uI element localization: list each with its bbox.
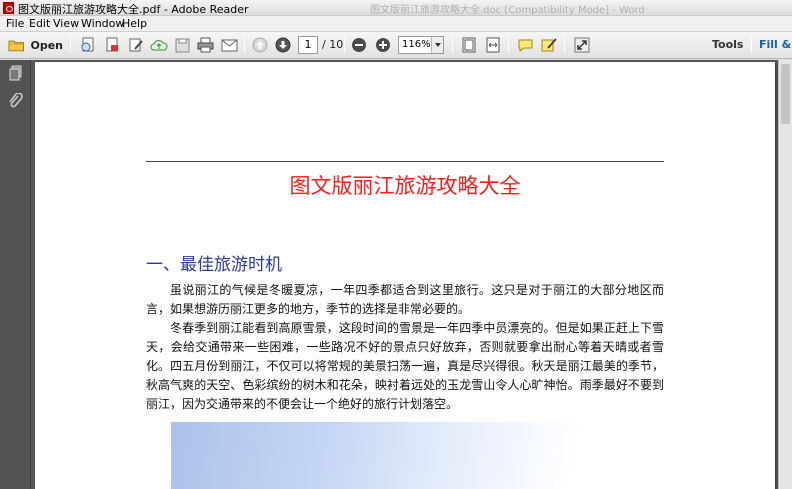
zoom-value: 116% xyxy=(402,39,431,50)
header-rule xyxy=(146,161,664,162)
menu-window[interactable]: Window xyxy=(81,17,124,30)
window-title: 图文版丽江旅游攻略大全.pdf - Adobe Reader xyxy=(18,3,249,16)
page-number-input[interactable]: 1 xyxy=(298,36,318,54)
comment-icon[interactable] xyxy=(515,35,535,55)
highlight-icon[interactable] xyxy=(539,35,559,55)
export-pdf-icon[interactable] xyxy=(102,35,122,55)
chevron-down-icon[interactable] xyxy=(431,37,443,53)
cloud-upload-icon[interactable] xyxy=(149,35,169,55)
toolbar-separator xyxy=(344,37,345,53)
menu-file[interactable]: File xyxy=(6,17,24,30)
menu-help[interactable]: Help xyxy=(122,17,147,30)
main-toolbar: Open 1 / 10 116% Tools Fill & xyxy=(0,32,792,59)
toolbar-separator xyxy=(508,37,509,53)
fit-page-icon[interactable] xyxy=(459,35,479,55)
email-icon[interactable] xyxy=(219,35,239,55)
page-total: / 10 xyxy=(322,38,344,51)
open-button[interactable]: Open xyxy=(5,35,63,55)
paragraph: 虽说丽江的气候是冬暖夏凉，一年四季都适合到这里旅行。这只是对于丽江的大部分地区而… xyxy=(146,283,664,316)
print-icon[interactable] xyxy=(195,35,215,55)
tools-pane-button[interactable]: Tools xyxy=(712,38,743,51)
toolbar-separator xyxy=(244,37,245,53)
create-pdf-icon[interactable] xyxy=(78,35,98,55)
adobe-reader-app-icon xyxy=(3,2,14,14)
menu-view[interactable]: View xyxy=(53,17,79,30)
previous-page-icon[interactable] xyxy=(250,35,270,55)
pdf-page: 图文版丽江旅游攻略大全 一、最佳旅游时机 虽说丽江的气候是冬暖夏凉，一年四季都适… xyxy=(35,62,775,489)
sky-photo-image xyxy=(171,422,640,489)
title-bar: 图文版丽江旅游攻略大全.pdf - Adobe Reader 图文版丽江旅游攻略… xyxy=(0,0,792,16)
toolbar-separator xyxy=(70,37,71,53)
folder-icon xyxy=(8,40,24,52)
full-screen-icon[interactable] xyxy=(572,35,592,55)
edit-pdf-icon[interactable] xyxy=(126,35,146,55)
document-title: 图文版丽江旅游攻略大全 xyxy=(289,174,521,198)
menu-bar: File Edit View Window Help xyxy=(0,16,792,32)
fit-width-icon[interactable] xyxy=(483,35,503,55)
next-page-icon[interactable] xyxy=(273,35,293,55)
zoom-out-icon[interactable] xyxy=(349,35,369,55)
toolbar-separator xyxy=(564,37,565,53)
attachments-icon[interactable] xyxy=(8,92,23,109)
open-button-label: Open xyxy=(30,38,63,52)
toolbar-separator xyxy=(751,37,752,53)
scrollbar-thumb[interactable] xyxy=(781,64,790,124)
save-icon[interactable] xyxy=(172,35,192,55)
navigation-panel xyxy=(0,60,31,489)
zoom-select[interactable]: 116% xyxy=(398,36,444,54)
toolbar-separator xyxy=(452,37,453,53)
vertical-scrollbar[interactable] xyxy=(778,60,792,489)
paragraph: 冬春季到丽江能看到高原雪景，这段时间的雪景是一年四季中员漂亮的。但是如果正赶上下… xyxy=(146,321,664,411)
fill-sign-pane-button[interactable]: Fill & S xyxy=(759,38,792,51)
zoom-in-icon[interactable] xyxy=(373,35,393,55)
section-heading: 一、最佳旅游时机 xyxy=(146,255,282,275)
menu-edit[interactable]: Edit xyxy=(29,17,50,30)
page-thumbnails-icon[interactable] xyxy=(8,65,23,81)
background-window-title: 图文版丽江旅游攻略大全.doc [Compatibility Mode] - W… xyxy=(370,5,645,16)
document-viewport: 图文版丽江旅游攻略大全 一、最佳旅游时机 虽说丽江的气候是冬暖夏凉，一年四季都适… xyxy=(31,60,792,489)
